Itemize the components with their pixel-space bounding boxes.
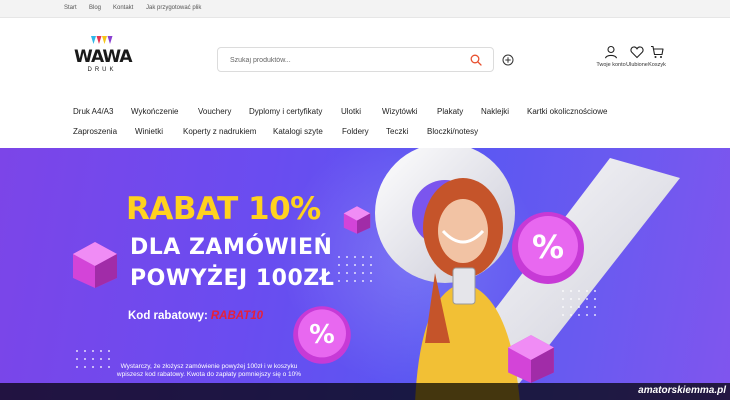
dot-pattern-icon <box>76 350 110 368</box>
nav-item-winietki[interactable]: Winietki <box>135 127 163 136</box>
cube-icon <box>508 335 554 383</box>
nav-item-koperty[interactable]: Koperty z nadrukiem <box>183 127 256 136</box>
nav-item-naklejki[interactable]: Naklejki <box>481 107 509 116</box>
topbar-link-file-prep[interactable]: Jak przygotować plik <box>146 5 201 11</box>
cart-button[interactable]: Koszyk <box>646 45 668 75</box>
category-nav-row-1: Druk A4/A3 Wykończenie Vouchery Dyplomy … <box>0 104 730 122</box>
cart-label: Koszyk <box>648 62 666 68</box>
logo-mark-icon <box>91 36 113 44</box>
nav-item-vouchery[interactable]: Vouchery <box>198 107 231 116</box>
svg-text:%: % <box>309 320 335 350</box>
search-input[interactable] <box>230 54 450 66</box>
account-button[interactable]: Twoje konto <box>594 45 628 75</box>
watermark-text: amatorskiemma.pl <box>638 385 726 396</box>
banner-subheadline-2: POWYŻEJ 100ZŁ <box>130 266 335 291</box>
nav-item-wykonczenie[interactable]: Wykończenie <box>131 107 179 116</box>
nav-item-foldery[interactable]: Foldery <box>342 127 369 136</box>
category-nav-row-2: Zaproszenia Winietki Koperty z nadrukiem… <box>0 124 730 142</box>
logo-wordmark: WAWA <box>74 47 133 67</box>
discount-code: RABAT10 <box>210 310 264 322</box>
heart-icon <box>630 46 644 59</box>
discount-code-row: Kod rabatowy: RABAT10 <box>128 310 263 322</box>
banner-headline: RABAT 10% <box>126 191 321 227</box>
nav-item-teczki[interactable]: Teczki <box>386 127 408 136</box>
nav-item-katalogi[interactable]: Katalogi szyte <box>273 127 323 136</box>
topbar-link-contact[interactable]: Kontakt <box>113 5 133 11</box>
cube-icon <box>343 206 371 234</box>
search-icon[interactable] <box>470 54 482 66</box>
search-box <box>217 47 494 72</box>
dot-pattern-icon <box>338 256 372 282</box>
nav-item-dyplomy[interactable]: Dyplomy i certyfikaty <box>249 107 322 116</box>
top-utility-bar: Start Blog Kontakt Jak przygotować plik <box>0 0 730 18</box>
percent-badge-icon: % <box>512 212 584 284</box>
favorites-button[interactable]: Ulubione <box>626 45 648 75</box>
banner-note: Wystarczy, że złożysz zamówienie powyżej… <box>116 363 302 378</box>
cube-icon <box>73 242 117 288</box>
nav-item-kartki[interactable]: Kartki okolicznościowe <box>527 107 607 116</box>
user-icon <box>604 45 618 59</box>
nav-item-plakaty[interactable]: Plakaty <box>437 107 463 116</box>
site-logo[interactable]: WAWA DRUK <box>74 34 133 84</box>
plus-circle-icon[interactable] <box>502 54 514 66</box>
cart-icon <box>651 45 664 58</box>
banner-subheadline-1: DLA ZAMÓWIEŃ <box>130 235 333 260</box>
percent-badge-icon: % <box>293 306 351 364</box>
nav-item-wizytowki[interactable]: Wizytówki <box>382 107 418 116</box>
nav-item-druk-a4-a3[interactable]: Druk A4/A3 <box>73 107 113 116</box>
nav-item-zaproszenia[interactable]: Zaproszenia <box>73 127 117 136</box>
nav-item-bloczki[interactable]: Bloczki/notesy <box>427 127 478 136</box>
watermark-bar: amatorskiemma.pl <box>0 383 730 400</box>
topbar-link-start[interactable]: Start <box>64 5 77 11</box>
favorites-label: Ulubione <box>626 62 648 68</box>
account-label: Twoje konto <box>596 62 626 68</box>
topbar-link-blog[interactable]: Blog <box>89 5 101 11</box>
discount-code-label: Kod rabatowy: <box>128 310 208 322</box>
promo-banner[interactable]: % % RABAT 10% DLA ZAMÓWIEŃ POWYŻEJ 100ZŁ <box>0 148 730 400</box>
svg-text:%: % <box>532 228 564 266</box>
dot-pattern-icon <box>562 290 596 316</box>
logo-tagline: DRUK <box>87 67 117 73</box>
nav-item-ulotki[interactable]: Ulotki <box>341 107 361 116</box>
